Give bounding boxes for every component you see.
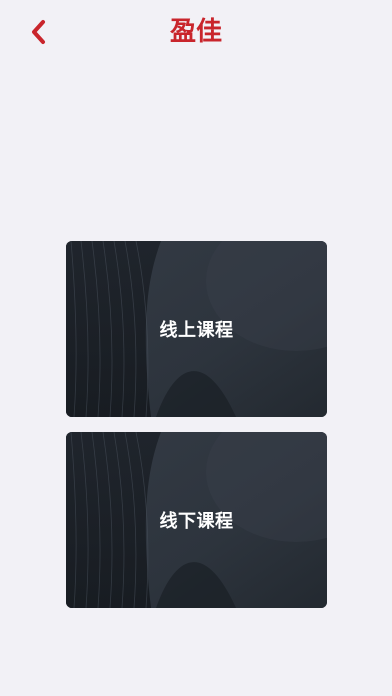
offline-courses-card[interactable]: 线下课程 <box>66 432 327 608</box>
card-label: 线上课程 <box>159 320 234 341</box>
page-title: 盈佳 <box>169 17 222 47</box>
navigation-bar: 盈佳 <box>0 0 392 66</box>
card-label: 线下课程 <box>159 511 234 532</box>
online-courses-card[interactable]: 线上课程 <box>66 241 327 417</box>
